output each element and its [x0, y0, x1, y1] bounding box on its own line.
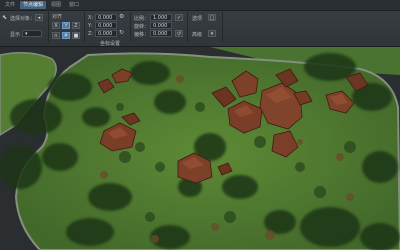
undo-icon: ↺ [176, 30, 182, 37]
tab-view[interactable]: 视图 [48, 1, 64, 9]
coord-settings-label: 坐标设置 [100, 41, 121, 47]
reset-button[interactable]: ↺ [175, 30, 183, 37]
display-dropdown[interactable]: ▾ [22, 30, 42, 37]
grid-icon: # [63, 32, 69, 39]
align-y-label: Y [64, 22, 68, 29]
align-x-button[interactable]: X [52, 22, 60, 29]
advanced-label: 高级 [192, 32, 203, 38]
arrow-icon: ◂ [37, 14, 41, 21]
cursor-icon[interactable]: ⬉ [2, 14, 7, 21]
square-icon: □ [209, 14, 215, 21]
align-label: 对齐 [52, 14, 63, 20]
scale-label: 比例： [134, 16, 150, 22]
magnet-icon: ∩ [54, 32, 58, 39]
apply-button[interactable]: ✓ [175, 14, 183, 21]
settings-icon[interactable]: ⚙ [119, 13, 124, 20]
tab-window[interactable]: 窗口 [66, 1, 82, 9]
x-label: X: [88, 15, 94, 21]
scale-field[interactable]: 1.000 [150, 14, 172, 21]
snap-button[interactable]: ∩ [52, 32, 60, 39]
options-label: 选项 [192, 16, 203, 22]
pick-button[interactable]: ◂ [35, 14, 43, 21]
check-icon: ✓ [176, 14, 182, 21]
tab-file[interactable]: 文件 [2, 1, 18, 9]
offset-field[interactable]: 0.000 [150, 30, 172, 37]
y-field[interactable]: 0.000 [95, 22, 117, 29]
ribbon-toolbar: 文件 节点编辑 视图 窗口 ⬉ 选择对象： 显示 ◂ ▾ 对齐 X Y Z ∩ … [0, 0, 400, 47]
divider [84, 12, 85, 42]
divider [130, 12, 131, 42]
3d-viewport[interactable] [0, 47, 400, 250]
divider [187, 12, 188, 42]
align-z-button[interactable]: Z [72, 22, 80, 29]
align-z-label: Z [74, 22, 78, 29]
chevron-down-icon: ▾ [25, 31, 28, 37]
rotate-label: 旋转： [134, 24, 150, 30]
options-button[interactable]: □ [208, 14, 216, 21]
x-field[interactable]: 0.000 [95, 14, 117, 21]
align-x-label: X [54, 22, 58, 29]
y-label: Y: [88, 23, 93, 29]
rotate-field[interactable]: 0.000 [150, 22, 172, 29]
divider [222, 12, 223, 42]
menu-tab-strip: 文件 节点编辑 视图 窗口 [0, 0, 400, 11]
tab-node-edit[interactable]: 节点编辑 [20, 1, 47, 9]
advanced-button[interactable]: ▾ [208, 30, 216, 37]
select-object-label: 选择对象： [10, 16, 36, 22]
chevron-down-icon: ▾ [210, 30, 214, 37]
grid-button[interactable]: # [62, 32, 70, 39]
lock-icon: ■ [73, 32, 79, 39]
z-label: Z: [88, 31, 94, 37]
refresh-icon[interactable]: ↻ [119, 29, 124, 36]
divider [48, 12, 49, 42]
terrain-scene [0, 47, 400, 250]
offset-label: 偏移： [134, 32, 150, 38]
lock-button[interactable]: ■ [72, 32, 80, 39]
align-y-button[interactable]: Y [62, 22, 70, 29]
z-field[interactable]: 0.000 [95, 30, 117, 37]
display-label: 显示 [10, 32, 21, 38]
